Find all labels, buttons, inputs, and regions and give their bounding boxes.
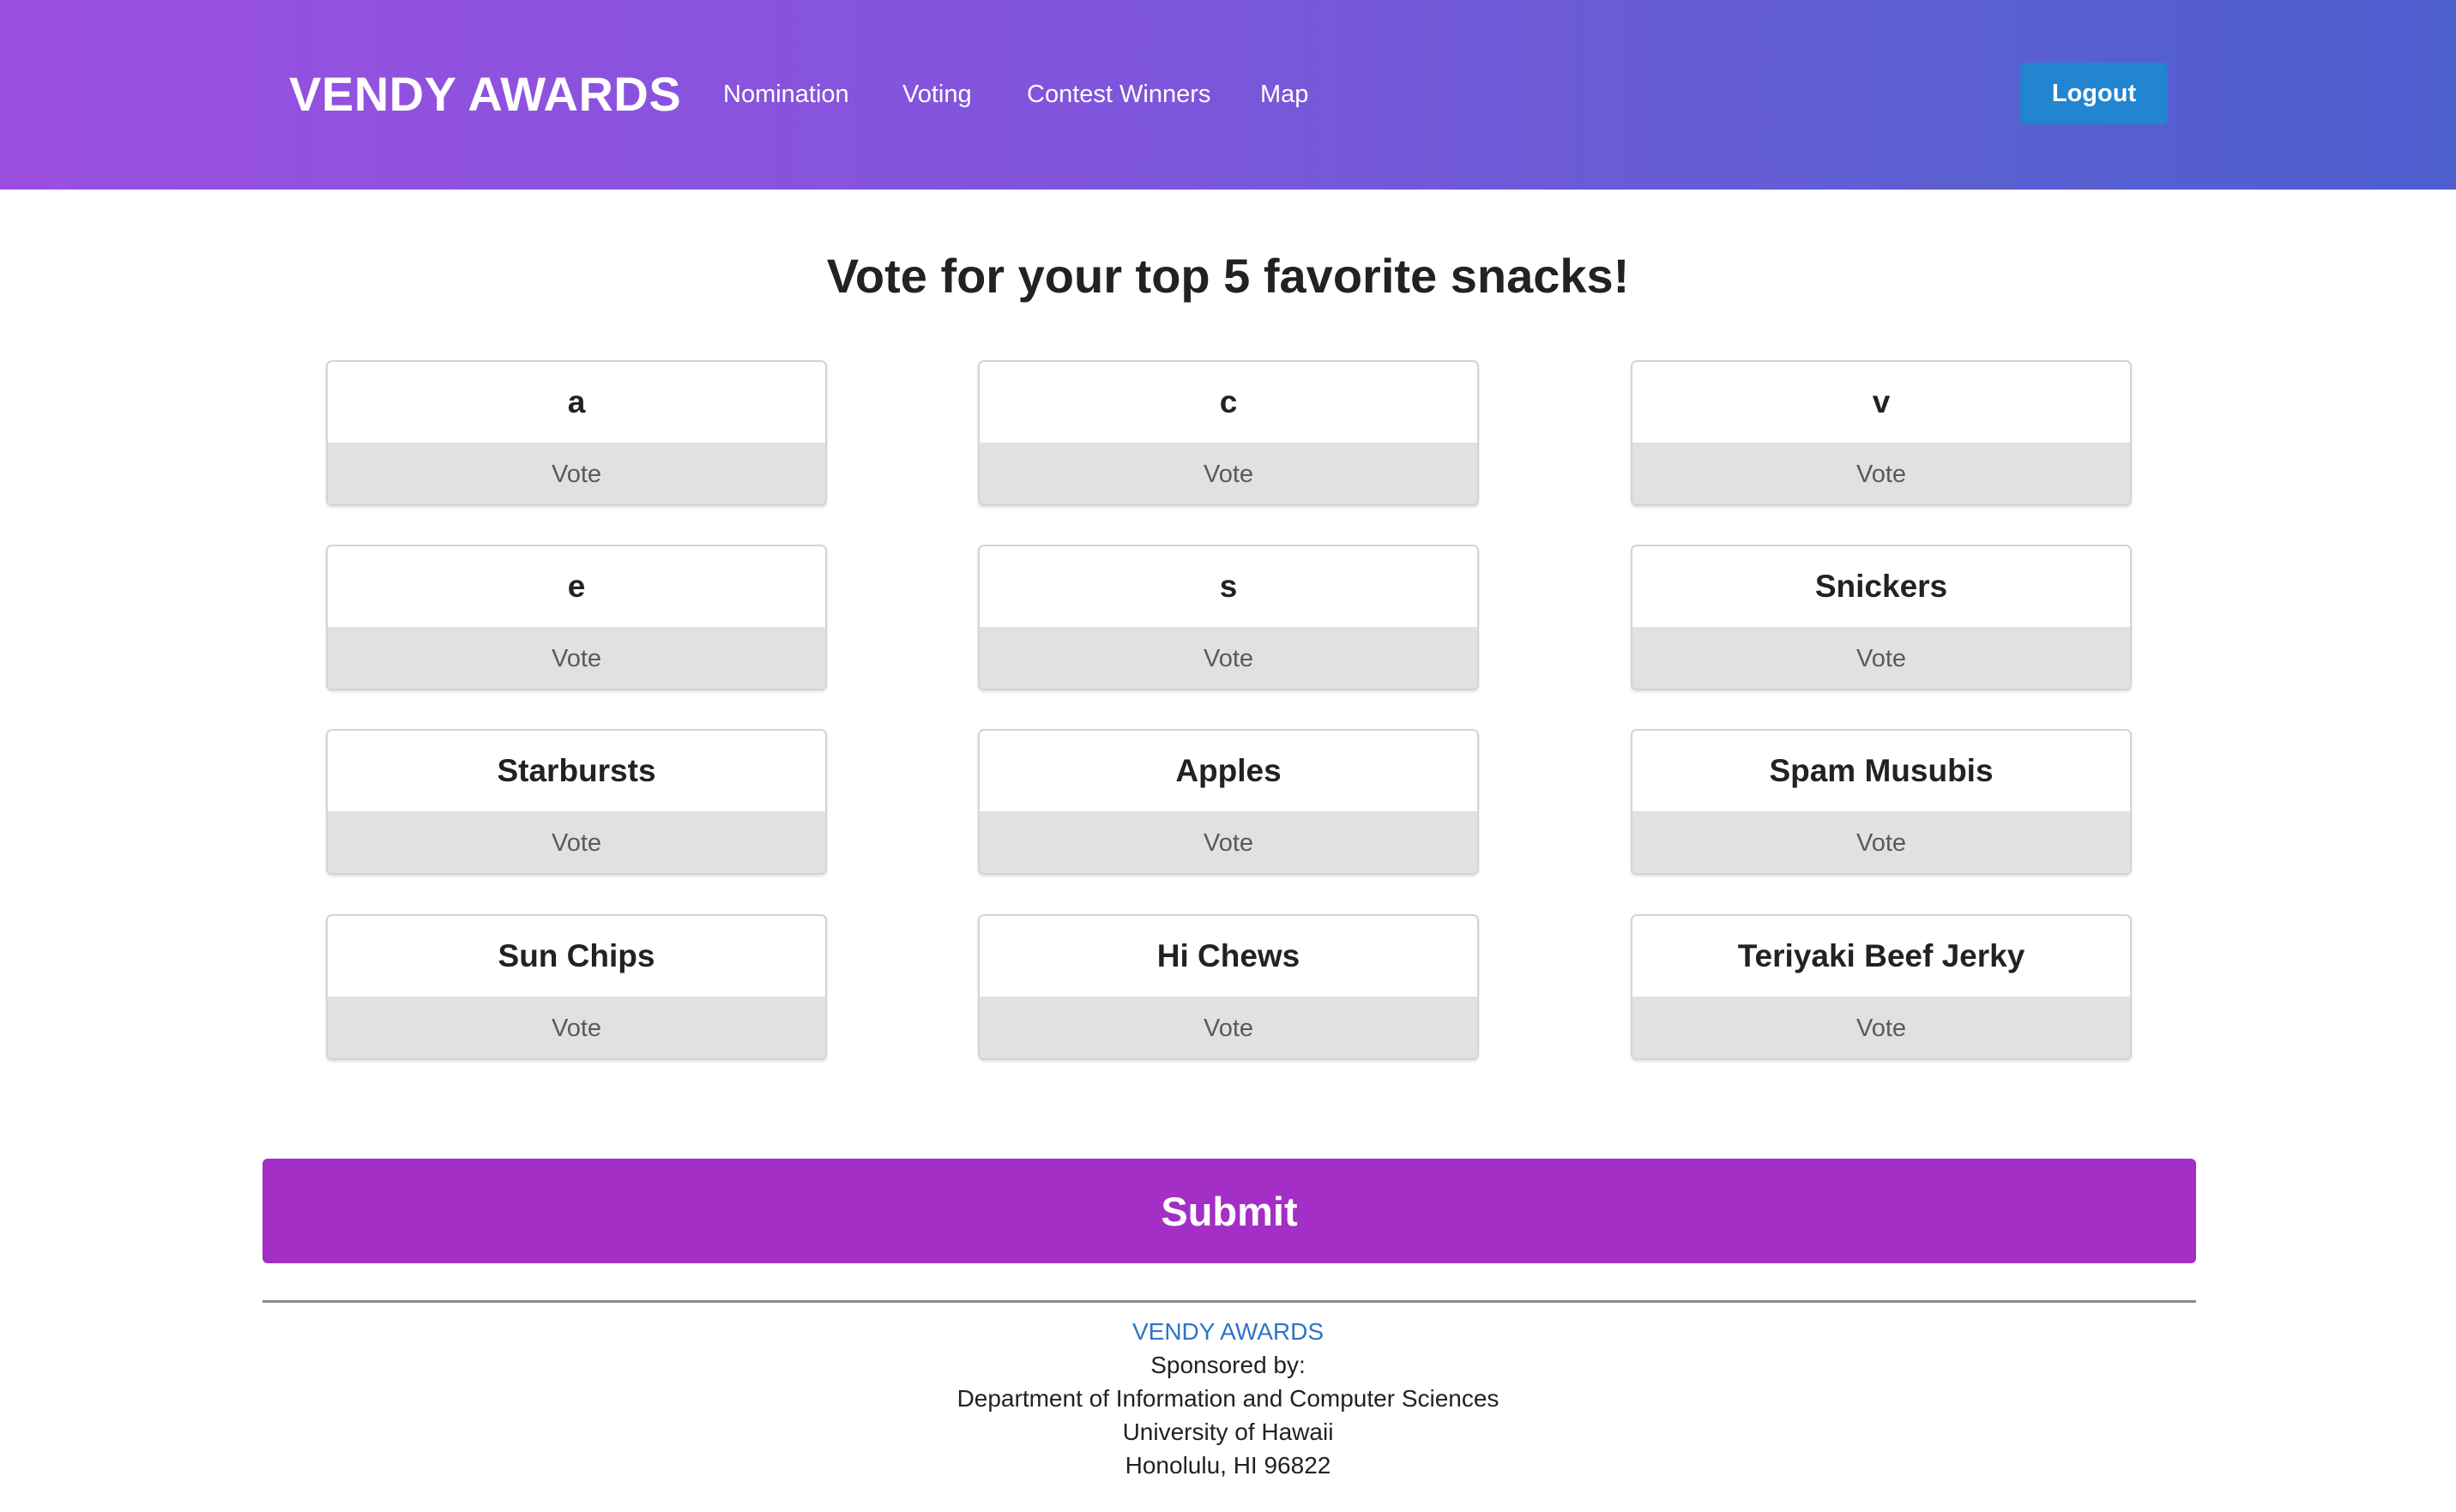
snack-card: a Vote [326, 360, 827, 506]
snack-card: Snickers Vote [1631, 545, 2132, 690]
vote-button[interactable]: Vote [328, 997, 825, 1058]
snack-name: Spam Musubis [1769, 753, 1994, 788]
snack-name: Snickers [1814, 569, 1948, 604]
footer-sponsored: Sponsored by: [1150, 1352, 1306, 1378]
nav-map[interactable]: Map [1260, 77, 1308, 111]
top-navbar: VENDY AWARDS Nomination Voting Contest W… [0, 0, 2456, 190]
nav-nomination[interactable]: Nomination [723, 77, 849, 111]
snack-card: e Vote [326, 545, 827, 690]
footer-address: Honolulu, HI 96822 [1125, 1452, 1331, 1479]
vote-button[interactable]: Vote [980, 811, 1477, 873]
snack-name: a [567, 384, 586, 419]
submit-button[interactable]: Submit [262, 1159, 2196, 1263]
snack-name: s [1219, 569, 1238, 604]
vote-button[interactable]: Vote [1632, 627, 2130, 689]
snack-name: Teriyaki Beef Jerky [1737, 938, 2025, 973]
brand-logo[interactable]: VENDY AWARDS [289, 67, 681, 122]
vote-button[interactable]: Vote [328, 627, 825, 689]
vote-button[interactable]: Vote [1632, 997, 2130, 1058]
footer-department: Department of Information and Computer S… [956, 1385, 1500, 1412]
snack-card: Teriyaki Beef Jerky Vote [1631, 914, 2132, 1060]
vote-button[interactable]: Vote [980, 997, 1477, 1058]
snack-name: e [567, 569, 586, 604]
vote-button[interactable]: Vote [1632, 443, 2130, 504]
snack-card: Apples Vote [978, 729, 1479, 875]
snack-card: v Vote [1631, 360, 2132, 506]
page-title: Vote for your top 5 favorite snacks! [826, 249, 1630, 303]
snack-card: Sun Chips Vote [326, 914, 827, 1060]
footer-brand-link[interactable]: VENDY AWARDS [0, 1315, 2456, 1348]
footer-divider [262, 1300, 2196, 1303]
snack-name: Apples [1175, 753, 1282, 788]
vote-button[interactable]: Vote [1632, 811, 2130, 873]
logout-button[interactable]: Logout [2020, 63, 2168, 124]
vote-button[interactable]: Vote [328, 443, 825, 504]
vote-button[interactable]: Vote [980, 627, 1477, 689]
footer-university: University of Hawaii [1122, 1419, 1334, 1445]
snack-name: c [1219, 384, 1238, 419]
vote-button[interactable]: Vote [980, 443, 1477, 504]
snack-card: Hi Chews Vote [978, 914, 1479, 1060]
snack-name: Starbursts [497, 753, 656, 788]
snack-card: Spam Musubis Vote [1631, 729, 2132, 875]
footer: VENDY AWARDS Sponsored by: Department of… [0, 1315, 2456, 1482]
nav-voting[interactable]: Voting [902, 77, 972, 111]
snack-name: Sun Chips [498, 938, 655, 973]
snack-name: Hi Chews [1156, 938, 1300, 973]
snack-card: c Vote [978, 360, 1479, 506]
snack-name: v [1872, 384, 1891, 419]
vote-button[interactable]: Vote [328, 811, 825, 873]
snack-card: Starbursts Vote [326, 729, 827, 875]
nav-contest-winners[interactable]: Contest Winners [1027, 77, 1210, 111]
snack-card: s Vote [978, 545, 1479, 690]
